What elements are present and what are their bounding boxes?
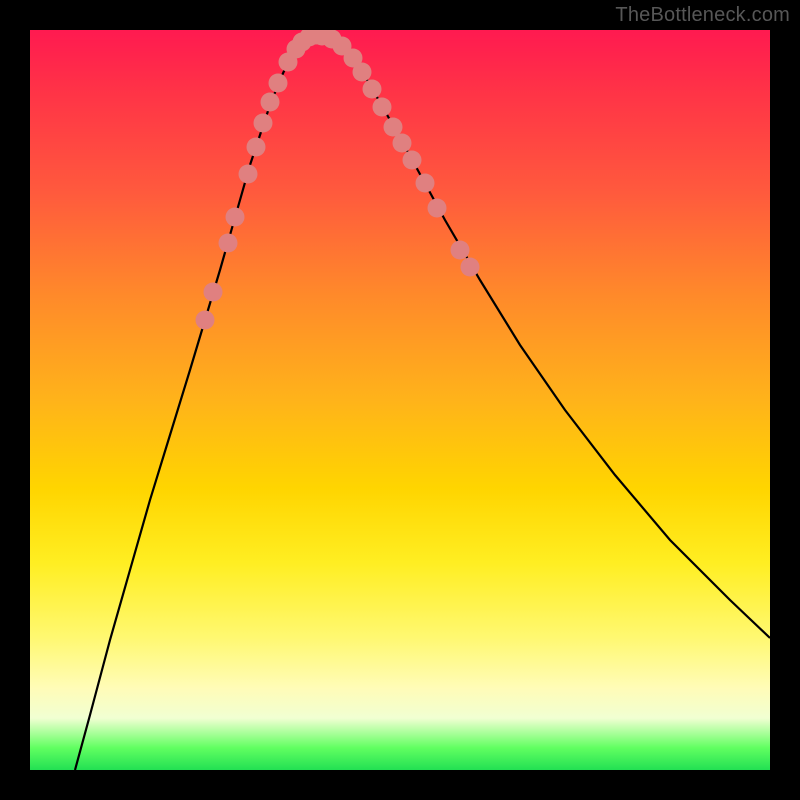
curve-dot: [239, 165, 258, 184]
attribution-label: TheBottleneck.com: [615, 4, 790, 27]
curve-dot: [393, 134, 412, 153]
curve-dot: [428, 199, 447, 218]
curve-dot: [403, 151, 422, 170]
curve-dot: [353, 63, 372, 82]
curve-dot: [247, 138, 266, 157]
curve-dot: [261, 93, 280, 112]
curve-layer: [30, 30, 770, 770]
curve-dot: [416, 174, 435, 193]
curve-dots: [196, 30, 480, 330]
curve-dot: [451, 241, 470, 260]
curve-dot: [461, 258, 480, 277]
curve-dot: [254, 114, 273, 133]
curve-dot: [269, 74, 288, 93]
curve-dot: [219, 234, 238, 253]
chart-frame: TheBottleneck.com: [0, 0, 800, 800]
curve-dot: [204, 283, 223, 302]
curve-dot: [226, 208, 245, 227]
curve-dot: [384, 118, 403, 137]
plot-area: [30, 30, 770, 770]
curve-dot: [363, 80, 382, 99]
curve-dot: [373, 98, 392, 117]
bottleneck-curve: [75, 35, 770, 770]
curve-dot: [196, 311, 215, 330]
